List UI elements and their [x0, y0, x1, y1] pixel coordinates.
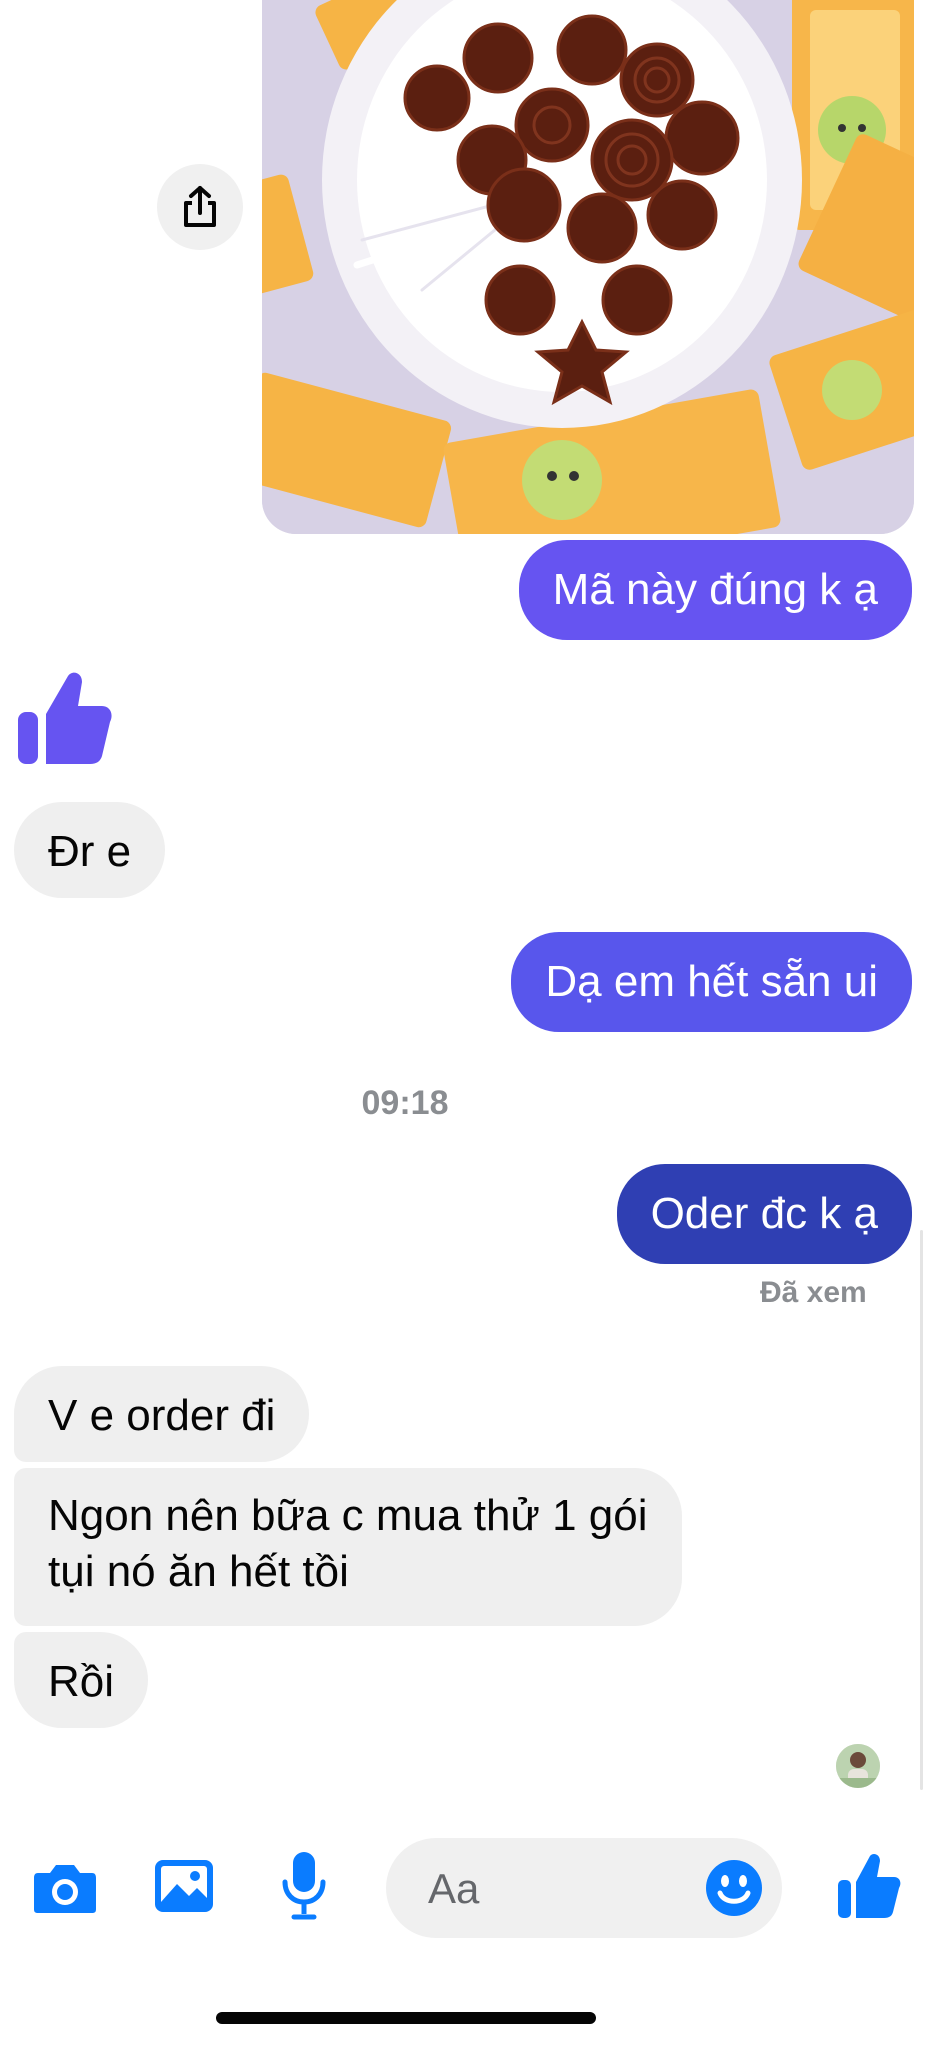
camera-icon [34, 1865, 96, 1913]
scrollbar[interactable] [920, 1230, 923, 1790]
like-icon [838, 1853, 901, 1918]
shared-photo[interactable] [262, 0, 914, 534]
emoji-icon [706, 1860, 762, 1916]
outgoing-message[interactable]: Oder đc k ạ [616, 1164, 912, 1264]
message-text: Mã này đúng k ạ [552, 565, 878, 614]
message-text: Oder đc k ạ [650, 1189, 878, 1238]
share-button[interactable] [157, 164, 243, 250]
camera-button[interactable] [30, 1856, 100, 1920]
message-text-line: Ngon nên bữa c mua thử 1 gói [48, 1491, 648, 1540]
emoji-button[interactable] [704, 1858, 764, 1918]
share-icon [184, 186, 216, 227]
image-icon [155, 1860, 213, 1912]
message-text: Dạ em hết sẵn ui [545, 957, 878, 1006]
gallery-button[interactable] [152, 1854, 216, 1918]
thumbs-up-icon[interactable] [16, 668, 114, 773]
outgoing-message[interactable]: Dạ em hết sẵn ui [511, 932, 912, 1032]
incoming-message[interactable]: V e order đi [14, 1366, 310, 1462]
incoming-message[interactable]: Đr e [14, 802, 166, 898]
message-input-box[interactable] [386, 1838, 782, 1940]
home-indicator [216, 2012, 596, 2024]
outgoing-message[interactable]: Mã này đúng k ạ [518, 540, 912, 640]
incoming-message[interactable]: Ngon nên bữa c mua thử 1 gói tụi nó ăn h… [14, 1468, 682, 1626]
candy-photo-illustration [262, 0, 914, 534]
message-text: Đr e [48, 827, 132, 876]
message-input[interactable] [426, 1838, 690, 1940]
avatar [836, 1744, 880, 1788]
message-text-line: tụi nó ăn hết tồi [48, 1547, 349, 1596]
seen-status: Đã xem [760, 1276, 867, 1309]
message-text: V e order đi [48, 1391, 276, 1440]
microphone-icon [282, 1852, 326, 1920]
message-text: Rồi [48, 1657, 115, 1706]
like-button[interactable] [834, 1850, 904, 1922]
timestamp: 09:18 [361, 1084, 449, 1122]
microphone-button[interactable] [276, 1848, 332, 1924]
incoming-message[interactable]: Rồi [14, 1632, 149, 1728]
